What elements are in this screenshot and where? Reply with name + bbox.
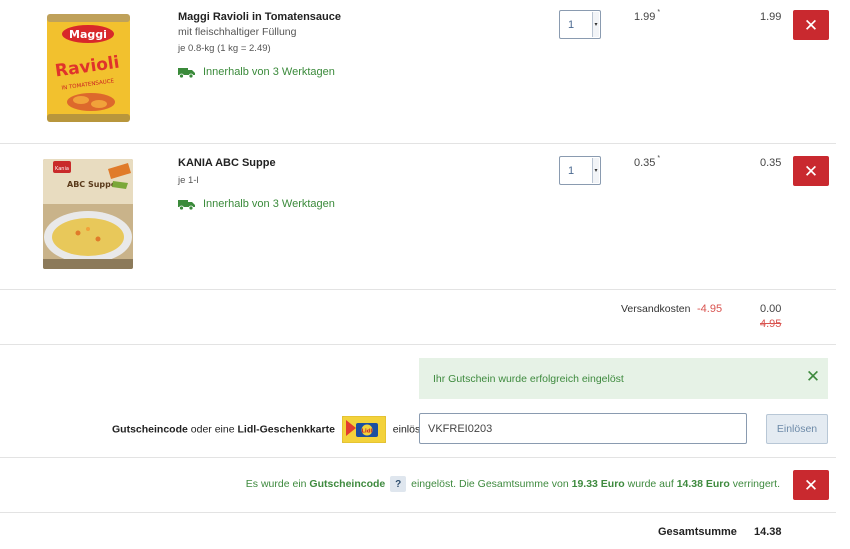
- price-asterisk: *: [657, 9, 661, 16]
- product-base-price: je 0.8-kg (1 kg = 2.49): [178, 43, 271, 54]
- applied-pre: Es wurde ein: [245, 477, 310, 490]
- applied-post: verringert.: [729, 477, 780, 490]
- quantity-select[interactable]: 1 ▾: [559, 10, 601, 39]
- ravioli-can-image: Maggi Ravioli IN TOMATENSAUCE: [47, 14, 130, 122]
- divider: [0, 143, 836, 144]
- product-image-ravioli[interactable]: Maggi Ravioli IN TOMATENSAUCE: [47, 14, 130, 122]
- divider: [0, 512, 836, 513]
- remove-coupon-button[interactable]: ✕: [793, 470, 829, 500]
- product-base-price: je 1-l: [178, 175, 199, 186]
- ravioli-brand-text: Maggi: [69, 28, 107, 41]
- shipping-value: 0.00: [760, 303, 782, 315]
- price-asterisk: *: [657, 155, 661, 162]
- quantity-select[interactable]: 1 ▾: [559, 156, 601, 185]
- close-icon: ✕: [803, 475, 819, 495]
- delivery-truck-icon: [178, 199, 195, 210]
- quantity-value: 1: [568, 18, 575, 31]
- unit-price-value: 0.35: [634, 157, 656, 169]
- applied-code-word: Gutscheincode: [309, 477, 386, 490]
- total-label: Gesamtsumme: [658, 526, 737, 538]
- delivery-info: Innerhalb von 3 Werktagen: [178, 66, 335, 78]
- product-image-kania[interactable]: Kania ABC Suppe: [43, 159, 133, 269]
- divider: [0, 457, 836, 458]
- kania-soup-image: Kania ABC Suppe: [43, 159, 133, 269]
- product-name[interactable]: KANIA ABC Suppe: [178, 157, 276, 169]
- giftcard-text: Lidl: [361, 429, 372, 435]
- total-value: 14.38: [754, 526, 782, 538]
- unit-price: 0.35 *: [634, 155, 661, 169]
- applied-mid: eingelöst. Die Gesamtsumme von: [408, 477, 572, 490]
- divider: [0, 289, 836, 290]
- applied-mid2: wurde auf: [624, 477, 677, 490]
- remove-item-button[interactable]: ✕: [793, 10, 829, 40]
- divider: [0, 344, 836, 345]
- delivery-text: Innerhalb von 3 Werktagen: [203, 198, 335, 210]
- chevron-down-icon: ▾: [592, 12, 599, 37]
- shipping-label: Versandkosten: [621, 303, 691, 315]
- close-icon[interactable]: ✕: [804, 368, 822, 386]
- shipping-original: 4.95: [760, 318, 782, 330]
- giftcard-icon: Lidl: [341, 415, 387, 444]
- remove-item-button[interactable]: ✕: [793, 156, 829, 186]
- kania-title-text: ABC Suppe: [67, 180, 117, 189]
- coupon-code-input[interactable]: [419, 413, 747, 444]
- line-total: 1.99: [760, 11, 782, 23]
- coupon-label-bold: Gutscheincode: [112, 423, 188, 436]
- close-icon: ✕: [803, 15, 819, 35]
- applied-old-total: 19.33 Euro: [571, 477, 625, 490]
- redeem-button[interactable]: Einlösen: [766, 414, 828, 444]
- quantity-value: 1: [568, 164, 575, 177]
- delivery-text: Innerhalb von 3 Werktagen: [203, 66, 335, 78]
- kania-brand-text: Kania: [55, 166, 69, 172]
- applied-new-total: 14.38 Euro: [676, 477, 730, 490]
- unit-price-value: 1.99: [634, 11, 656, 23]
- line-total: 0.35: [760, 157, 782, 169]
- product-description: mit fleischhaltiger Füllung: [178, 26, 297, 38]
- unit-price: 1.99 *: [634, 9, 661, 23]
- coupon-label-mid: oder eine: [187, 423, 238, 436]
- coupon-label: Gutscheincode oder eine Lidl-Geschenkkar…: [112, 415, 455, 444]
- help-icon[interactable]: ?: [390, 476, 407, 492]
- lidl-giftcard-image: Lidl: [341, 415, 387, 444]
- shipping-discount: -4.95: [697, 303, 723, 315]
- delivery-info: Innerhalb von 3 Werktagen: [178, 198, 335, 210]
- coupon-label-giftcard: Lidl-Geschenkkarte: [237, 423, 335, 436]
- delivery-truck-icon: [178, 67, 195, 78]
- coupon-success-alert: Ihr Gutschein wurde erfolgreich eingelös…: [419, 358, 828, 399]
- coupon-applied-message: Es wurde ein Gutscheincode ? eingelöst. …: [246, 476, 780, 492]
- chevron-down-icon: ▾: [592, 158, 599, 183]
- coupon-success-text: Ihr Gutschein wurde erfolgreich eingelös…: [433, 372, 624, 385]
- close-icon: ✕: [803, 161, 819, 181]
- product-name[interactable]: Maggi Ravioli in Tomatensauce: [178, 11, 341, 23]
